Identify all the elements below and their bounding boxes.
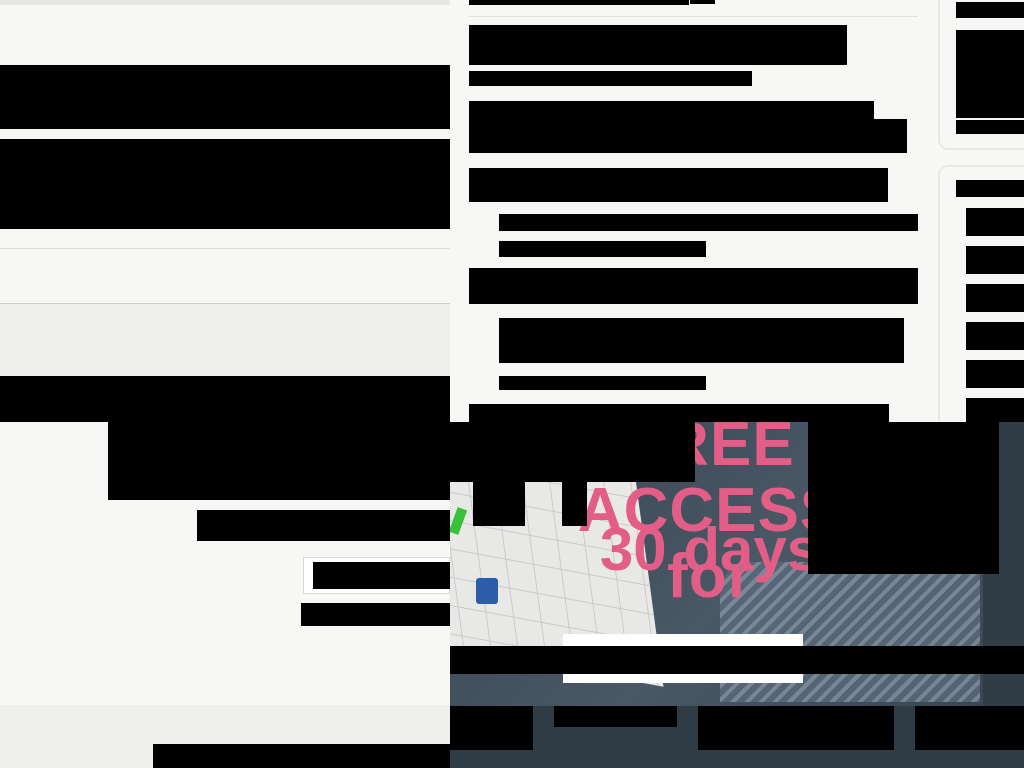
sidebar-card-title bbox=[956, 2, 1024, 18]
sidebar-list-item[interactable] bbox=[966, 208, 1024, 236]
article-byline bbox=[469, 71, 752, 86]
ad-redaction bbox=[450, 422, 695, 482]
list-item[interactable] bbox=[499, 376, 706, 390]
left-label bbox=[197, 510, 450, 541]
robot-device-icon bbox=[476, 578, 498, 604]
ad-footer-link[interactable] bbox=[915, 706, 1024, 750]
ad-redaction bbox=[808, 422, 999, 574]
ad-footer-link[interactable] bbox=[554, 706, 677, 727]
ad-footer-link[interactable] bbox=[698, 706, 894, 750]
article-intro bbox=[469, 101, 874, 153]
ad-footer-link[interactable] bbox=[450, 706, 533, 750]
left-paragraph-block bbox=[0, 139, 450, 229]
ad-redaction bbox=[473, 482, 525, 526]
left-top-strip bbox=[0, 0, 450, 5]
advertisement-banner[interactable]: FREE ACCESS for 30 days bbox=[450, 422, 1024, 768]
article-paragraph bbox=[469, 268, 918, 304]
article-meta bbox=[690, 0, 715, 4]
sidebar-card-caption[interactable] bbox=[956, 120, 1024, 134]
sidebar-card-title bbox=[956, 180, 1024, 197]
left-footer-link[interactable] bbox=[153, 744, 450, 768]
list-item[interactable] bbox=[499, 241, 706, 257]
article-divider bbox=[469, 16, 918, 17]
left-heading-block bbox=[0, 65, 450, 129]
article-paragraph bbox=[469, 168, 888, 202]
sidebar-card-image[interactable] bbox=[956, 30, 1024, 118]
article-intro bbox=[874, 119, 907, 153]
sidebar-list-item[interactable] bbox=[966, 322, 1024, 350]
article-meta bbox=[469, 0, 689, 5]
left-gray-band bbox=[0, 304, 450, 376]
left-description bbox=[108, 422, 450, 500]
left-text-field-value bbox=[313, 562, 450, 589]
sidebar-list-item[interactable] bbox=[966, 284, 1024, 312]
article-title bbox=[469, 25, 847, 65]
list-item[interactable] bbox=[499, 214, 918, 231]
ad-cta-label bbox=[450, 646, 1024, 674]
list-item[interactable] bbox=[499, 318, 904, 363]
ad-redaction bbox=[562, 482, 587, 526]
left-section-title bbox=[0, 376, 450, 422]
article-paragraph bbox=[469, 404, 889, 422]
left-divider bbox=[0, 248, 450, 249]
sidebar-list-item[interactable] bbox=[966, 398, 1024, 422]
sidebar-list-item[interactable] bbox=[966, 360, 1024, 388]
sidebar-list-item[interactable] bbox=[966, 246, 1024, 274]
left-link[interactable] bbox=[301, 603, 450, 626]
